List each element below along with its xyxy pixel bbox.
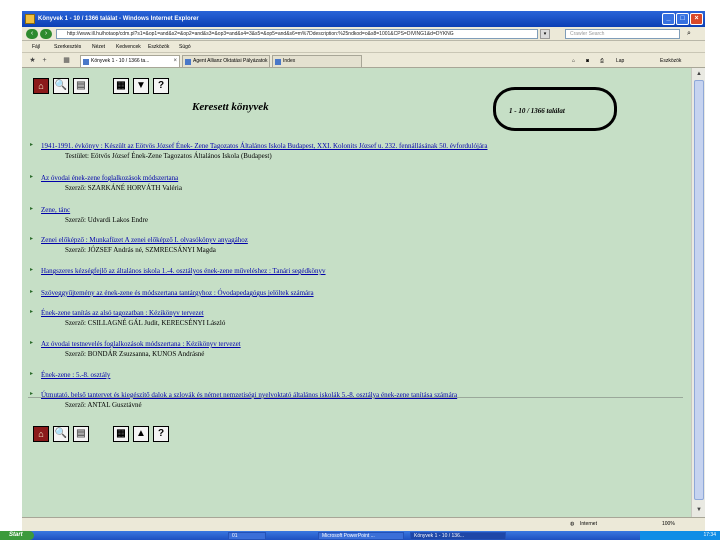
result-meta: Testület: Eötvös József Ének-Zene Tagoza… (65, 152, 272, 160)
menu-help[interactable]: Súgó (179, 42, 191, 53)
page-menu[interactable]: Lap (616, 55, 624, 67)
previous-page-button[interactable]: ▲ (133, 426, 149, 442)
book-icon: ▸ (30, 236, 34, 242)
book-icon: ▸ (30, 371, 34, 377)
minimize-button[interactable]: _ (662, 13, 675, 25)
book-icon: ▸ (30, 309, 34, 315)
tab-index[interactable]: Index (272, 55, 362, 67)
next-page-button[interactable]: ▼ (133, 78, 149, 94)
url-dropdown-button[interactable]: ▾ (540, 29, 550, 39)
book-icon: ▸ (30, 174, 34, 180)
result-link[interactable]: Az óvodai ének-zene foglalkozások módsze… (41, 174, 178, 182)
result-meta: Szerző: ANTAL Gusztávné (65, 401, 142, 409)
scroll-down-icon[interactable]: ▼ (694, 505, 704, 515)
taskbar-powerpoint[interactable]: Microsoft PowerPoint ... (318, 532, 404, 540)
clock: 17:34 (703, 532, 716, 538)
grid-view-button-bottom[interactable]: ▦ (113, 426, 129, 442)
menu-tools[interactable]: Eszközök (148, 42, 169, 53)
tab-label: Agent Allianz Oktatási Pályázatok (193, 58, 268, 64)
result-meta: Szerző: JÓZSEF András né, SZMRECSÁNYI Ma… (65, 246, 216, 254)
url-input[interactable]: http://www.ill.hu/hotaop/cdm.pl?s1=&op1=… (56, 29, 538, 39)
result-meta: Szerző: SZARKÁNÉ HORVÁTH Valéria (65, 184, 182, 192)
page-icon (275, 59, 281, 65)
zoom-level[interactable]: 100% (662, 518, 675, 531)
tab-konyvek[interactable]: Könyvek 1 - 10 / 1366 ta... × (80, 55, 180, 67)
ie-icon (25, 14, 35, 24)
help-button[interactable]: ? (153, 78, 169, 94)
page-icon (185, 59, 191, 65)
result-link[interactable]: Zene, tánc (41, 206, 70, 214)
close-button[interactable]: × (690, 13, 703, 25)
home-icon[interactable]: ⌂ (572, 55, 575, 67)
magnifier-search-button[interactable]: 🔍 (53, 78, 69, 94)
result-meta: Szerző: Udvardi Lakos Endre (65, 216, 148, 224)
menu-view[interactable]: Nézet (92, 42, 105, 53)
grid-view-button[interactable]: ▦ (113, 78, 129, 94)
divider (28, 397, 683, 398)
tab-label: Könyvek 1 - 10 / 1366 ta... (91, 58, 150, 64)
book-icon: ▸ (30, 340, 34, 346)
taskbar-ie[interactable]: Könyvek 1 - 10 / 136... (410, 532, 506, 540)
menu-bar: Fájl Szerkesztés Nézet Kedvencek Eszközö… (22, 42, 705, 53)
hit-count: 1 - 10 / 1366 találat (509, 107, 565, 115)
result-link[interactable]: Ének-zene tanítás az alsó tagozatban : K… (41, 309, 204, 317)
page-content: ⌂ 🔍 ▤ ▦ ▼ ? Keresett könyvek 1 - 10 / 13… (22, 68, 691, 517)
menu-favorites[interactable]: Kedvencek (116, 42, 141, 53)
maximize-button[interactable]: □ (676, 13, 689, 25)
result-meta: Szerző: BONDÁR Zsuzsanna, KUNOS Andrásné (65, 350, 205, 358)
result-link[interactable]: Hangszeres kézségfejlő az általános isko… (41, 267, 326, 275)
search-input[interactable]: Crawler Search (565, 29, 680, 39)
status-bar: ◍ Internet 100% (22, 517, 705, 531)
tab-close-icon[interactable]: × (173, 56, 177, 67)
menu-file[interactable]: Fájl (32, 42, 40, 53)
feeds-icon[interactable]: ◙ (586, 55, 589, 67)
globe-icon: ◍ (570, 521, 575, 527)
tab-label: Index (283, 58, 296, 64)
print-icon[interactable]: ⎙ (600, 55, 604, 67)
list-view-button-bottom[interactable]: ▤ (73, 426, 89, 442)
browser-window: Könyvek 1 - 10 / 1366 találat - Windows … (22, 11, 705, 531)
result-link[interactable]: 1941-1991. évkönyv : Készült az Eötvös J… (41, 142, 488, 150)
zone-label: Internet (580, 521, 597, 527)
list-view-button[interactable]: ▤ (73, 78, 89, 94)
window-title: Könyvek 1 - 10 / 1366 találat - Windows … (38, 16, 199, 22)
result-link[interactable]: Ének-zene : 5.-8. osztály (41, 371, 110, 379)
start-button[interactable]: Start (0, 531, 34, 540)
tab-bar: ★ + ▦ Könyvek 1 - 10 / 1366 ta... × Agen… (22, 53, 705, 68)
result-link[interactable]: Szöveggyűjtemény az ének-zene és módszer… (41, 289, 314, 297)
favorites-star-icon[interactable]: ★ (28, 56, 37, 65)
taskbar: Start 01 Microsoft PowerPoint ... Könyve… (0, 531, 720, 540)
library-home-button-bottom[interactable]: ⌂ (33, 426, 49, 442)
back-arrow-icon[interactable]: ‹ (26, 29, 38, 39)
page-title: Keresett könyvek (192, 101, 269, 113)
result-link[interactable]: Az óvodai testnevelés foglalkozások móds… (41, 340, 241, 348)
taskbar-folder[interactable]: 01 (228, 532, 266, 540)
menu-edit[interactable]: Szerkesztés (54, 42, 81, 53)
scroll-thumb[interactable] (694, 80, 704, 500)
book-icon: ▸ (30, 206, 34, 212)
address-bar: ‹ › http://www.ill.hu/hotaop/cdm.pl?s1=&… (22, 27, 705, 41)
help-button-bottom[interactable]: ? (153, 426, 169, 442)
result-meta: Szerző: CSILLAGNÉ GÁL Judit, KERECSÉNYI … (65, 319, 226, 327)
result-link[interactable]: Zenei előképző : Munkafüzet A zenei elők… (41, 236, 248, 244)
book-icon: ▸ (30, 267, 34, 273)
library-home-button[interactable]: ⌂ (33, 78, 49, 94)
tools-menu[interactable]: Eszközök (660, 55, 681, 67)
search-icon[interactable]: ⌕ (682, 29, 696, 39)
scroll-up-icon[interactable]: ▲ (694, 69, 704, 79)
vertical-scrollbar[interactable]: ▲ ▼ (691, 68, 705, 517)
title-bar: Könyvek 1 - 10 / 1366 találat - Windows … (22, 11, 705, 27)
tab-allianz[interactable]: Agent Allianz Oktatási Pályázatok (182, 55, 270, 67)
add-favorite-icon[interactable]: + (40, 56, 49, 65)
book-icon: ▸ (30, 289, 34, 295)
page-icon (83, 59, 89, 65)
system-tray: 17:34 (640, 531, 720, 540)
book-icon: ▸ (30, 142, 34, 148)
magnifier-search-button-bottom[interactable]: 🔍 (53, 426, 69, 442)
tab-list-icon[interactable]: ▦ (62, 56, 71, 65)
forward-arrow-icon[interactable]: › (40, 29, 52, 39)
